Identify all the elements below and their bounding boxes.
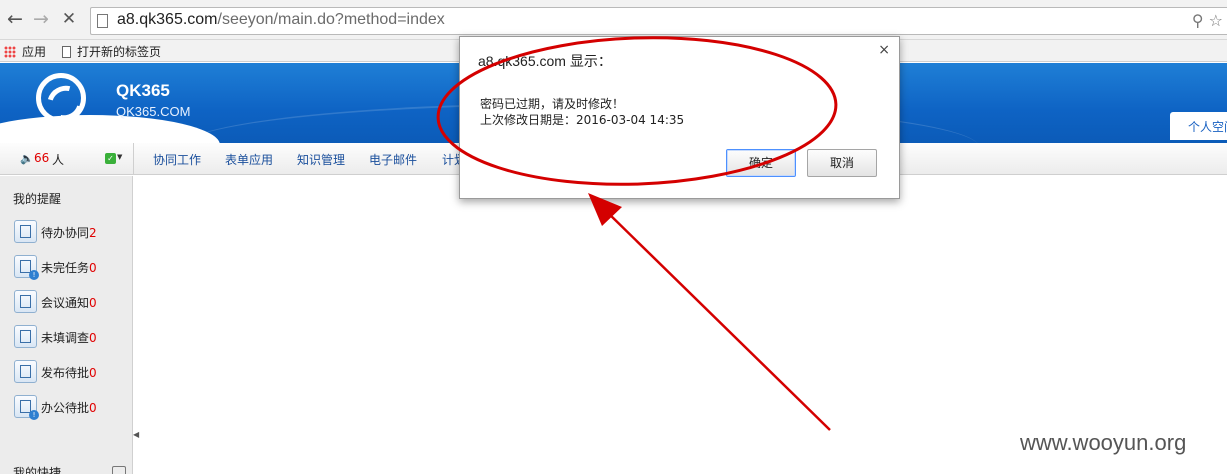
- back-icon[interactable]: ←: [4, 8, 26, 30]
- brand-domain: QK365.COM: [116, 104, 191, 119]
- bookmark-new-tab[interactable]: 打开新的标签页: [62, 43, 161, 60]
- browser-toolbar: ← → ✕ a8.qk365.com/seeyon/main.do?method…: [0, 0, 1227, 40]
- meeting-notice-icon: [14, 290, 37, 313]
- dialog-title: a8.qk365.com 显示：: [478, 53, 612, 69]
- reminder-panel: 我的提醒 待办协同2 ! 未完任务0 会议通知0 未填调查0 发布待批0 ! 办…: [0, 176, 133, 474]
- logo-icon: [36, 73, 86, 123]
- dialog-last-changed: 上次修改日期是：2016-03-04 14:35: [480, 113, 685, 127]
- url-text[interactable]: a8.qk365.com/seeyon/main.do?method=index: [117, 11, 445, 29]
- pending-collab-icon: [14, 220, 37, 243]
- collapse-panel-icon[interactable]: ◀: [133, 430, 139, 439]
- bookmark-apps[interactable]: 应用: [4, 43, 46, 60]
- reminder-count: 0: [89, 401, 97, 415]
- online-unit: 人: [52, 153, 65, 167]
- status-check-icon[interactable]: ✓: [105, 153, 116, 164]
- cancel-button[interactable]: 取消: [807, 149, 877, 177]
- reminder-count: 0: [89, 296, 97, 310]
- bookmark-new-tab-label: 打开新的标签页: [77, 45, 162, 59]
- address-bar[interactable]: a8.qk365.com/seeyon/main.do?method=index…: [90, 7, 1227, 35]
- office-approve-icon: !: [14, 395, 39, 420]
- reminder-count: 2: [89, 226, 97, 240]
- reminder-label: 未完任务0: [41, 261, 97, 275]
- tab-personal-space[interactable]: 个人空间: [1170, 112, 1227, 140]
- menu-form-apps[interactable]: 表单应用: [225, 151, 273, 168]
- panel-title: 我的提醒: [13, 192, 62, 206]
- omnibox-icons: ⚲ ☆: [1192, 11, 1223, 30]
- page-icon: [97, 14, 108, 28]
- reminder-label: 发布待批0: [41, 366, 97, 380]
- online-users[interactable]: 🔈 66 人 ✓ ▼: [0, 143, 134, 175]
- reminder-count: 0: [89, 366, 97, 380]
- page-icon: [62, 46, 71, 58]
- reminder-label: 会议通知0: [41, 296, 97, 310]
- menu-email[interactable]: 电子邮件: [369, 151, 417, 168]
- reminder-label: 办公待批0: [41, 401, 97, 415]
- shortcut-title: 我的快捷: [13, 466, 62, 474]
- apps-grid-icon: [4, 46, 16, 58]
- menu-knowledge[interactable]: 知识管理: [297, 151, 345, 168]
- speaker-icon: 🔈: [20, 152, 34, 165]
- header-swoosh: [0, 115, 220, 143]
- shortcut-edit-icon[interactable]: [112, 466, 126, 474]
- survey-icon: [14, 325, 37, 348]
- reminder-count: 0: [89, 261, 97, 275]
- url-path: /seeyon/main.do?method=index: [217, 11, 445, 28]
- forward-icon[interactable]: →: [30, 8, 52, 30]
- close-icon[interactable]: ×: [878, 42, 890, 58]
- reminder-count: 0: [89, 331, 97, 345]
- unfinished-task-icon: !: [14, 255, 39, 280]
- key-icon[interactable]: ⚲: [1192, 11, 1204, 30]
- watermark: www.wooyun.org: [1020, 430, 1187, 455]
- online-count: 66: [34, 151, 50, 165]
- publish-approve-icon: [14, 360, 37, 383]
- bookmark-star-icon[interactable]: ☆: [1209, 11, 1223, 30]
- ok-button[interactable]: 确定: [726, 149, 796, 177]
- dialog-message: 密码已过期，请及时修改！: [480, 97, 625, 111]
- stop-loading-icon[interactable]: ✕: [58, 8, 80, 30]
- url-host: a8.qk365.com: [117, 11, 218, 28]
- reminder-label: 待办协同2: [41, 226, 97, 240]
- reminder-label: 未填调查0: [41, 331, 97, 345]
- bookmark-apps-label: 应用: [22, 45, 47, 59]
- menu-collaboration[interactable]: 协同工作: [153, 151, 201, 168]
- annotation-arrow-shaft: [604, 209, 831, 431]
- alert-dialog: a8.qk365.com 显示： × 密码已过期，请及时修改！ 上次修改日期是：…: [459, 36, 900, 199]
- chevron-down-icon[interactable]: ▼: [117, 153, 122, 161]
- brand-name: QK365: [116, 81, 170, 100]
